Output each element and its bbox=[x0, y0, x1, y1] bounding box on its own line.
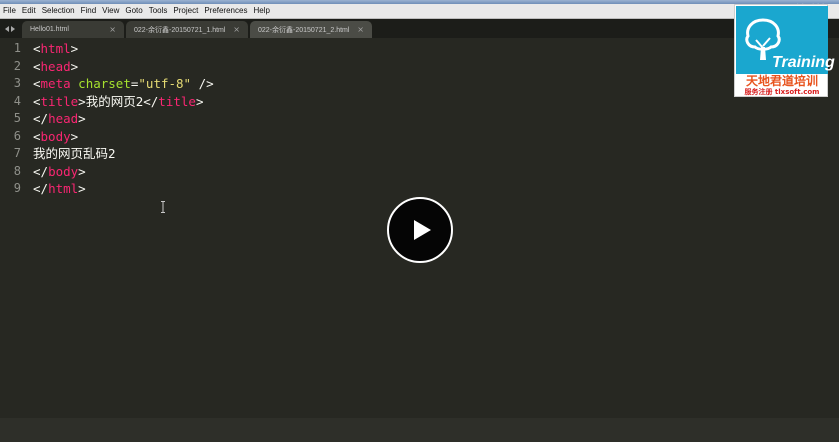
menu-find[interactable]: Find bbox=[78, 4, 100, 18]
code-line: <head> bbox=[33, 58, 79, 74]
menu-edit[interactable]: Edit bbox=[19, 4, 39, 18]
code-tag: meta bbox=[40, 76, 71, 91]
close-icon[interactable]: × bbox=[233, 21, 240, 38]
menu-help[interactable]: Help bbox=[250, 4, 272, 18]
line-number: 5 bbox=[13, 111, 21, 125]
training-logo: Training 天地君道培训 服务注册 tlxsoft.com bbox=[734, 4, 835, 97]
line-number: 2 bbox=[13, 58, 21, 73]
code-line: 我的网页乱码2 bbox=[33, 145, 116, 163]
code-tag: html bbox=[40, 41, 71, 56]
arrow-left-icon[interactable] bbox=[5, 26, 9, 32]
line-number-gutter: 1 2 3 4 5 6 7 8 9 bbox=[0, 38, 26, 418]
play-icon bbox=[414, 220, 431, 240]
menu-selection[interactable]: Selection bbox=[39, 4, 78, 18]
tab-label: 022-余衍鑫-20150721_1.html bbox=[134, 26, 226, 34]
line-number: 7 bbox=[13, 146, 21, 160]
code-line: </body> bbox=[33, 163, 86, 179]
code-line: <body> bbox=[33, 128, 79, 144]
code-tag: head bbox=[48, 111, 79, 126]
close-icon[interactable]: × bbox=[357, 21, 364, 38]
code-line: </html> bbox=[33, 181, 86, 196]
arrow-right-icon[interactable] bbox=[11, 26, 15, 32]
menu-preferences[interactable]: Preferences bbox=[201, 4, 250, 18]
code-text: 我的网页乱码2 bbox=[33, 146, 116, 161]
tab-nav-arrows[interactable] bbox=[0, 21, 20, 37]
code-tag: head bbox=[40, 58, 71, 74]
logo-banner: Training bbox=[736, 6, 835, 74]
code-line: <html> bbox=[33, 41, 79, 56]
line-number: 6 bbox=[13, 128, 21, 143]
logo-chinese-name: 天地君道培训 bbox=[745, 74, 818, 88]
close-icon[interactable]: × bbox=[109, 21, 116, 38]
text-cursor-icon bbox=[161, 201, 165, 213]
code-tag: html bbox=[48, 181, 79, 196]
line-number: 9 bbox=[13, 181, 21, 195]
menu-bar: File Edit Selection Find View Goto Tools… bbox=[0, 4, 839, 19]
menu-tools[interactable]: Tools bbox=[146, 4, 171, 18]
code-string: "utf-8" bbox=[138, 76, 192, 91]
line-number: 8 bbox=[13, 163, 21, 178]
code-tag: title bbox=[158, 93, 196, 109]
play-button[interactable] bbox=[387, 197, 453, 263]
tab-label: Hello01.html bbox=[30, 26, 69, 33]
code-text: 我的网页2 bbox=[85, 93, 144, 109]
code-line: <title>我的网页2</title> bbox=[33, 93, 204, 109]
tab-label: 022-余衍鑫-20150721_2.html bbox=[258, 26, 350, 34]
menu-view[interactable]: View bbox=[99, 4, 122, 18]
logo-word: Training bbox=[772, 54, 835, 71]
code-line: <meta charset="utf-8" /> bbox=[33, 76, 214, 91]
tab-file-1[interactable]: 022-余衍鑫-20150721_1.html × bbox=[126, 21, 248, 38]
code-attr: charset bbox=[78, 76, 131, 91]
line-number: 1 bbox=[13, 41, 21, 55]
code-tag: title bbox=[40, 93, 79, 109]
menu-file[interactable]: File bbox=[0, 4, 19, 18]
menu-goto[interactable]: Goto bbox=[122, 4, 145, 18]
code-tag: body bbox=[40, 128, 71, 144]
tab-hello01[interactable]: Hello01.html × bbox=[22, 21, 124, 38]
tab-bar: Hello01.html × 022-余衍鑫-20150721_1.html ×… bbox=[0, 19, 839, 38]
status-bar bbox=[0, 418, 839, 442]
line-number: 3 bbox=[13, 76, 21, 90]
logo-subtitle: 服务注册 tlxsoft.com bbox=[744, 88, 820, 96]
tab-file-2-active[interactable]: 022-余衍鑫-20150721_2.html × bbox=[250, 21, 372, 38]
code-line: </head> bbox=[33, 111, 86, 126]
menu-project[interactable]: Project bbox=[170, 4, 201, 18]
line-number: 4 bbox=[13, 93, 21, 108]
code-tag: body bbox=[48, 163, 79, 179]
